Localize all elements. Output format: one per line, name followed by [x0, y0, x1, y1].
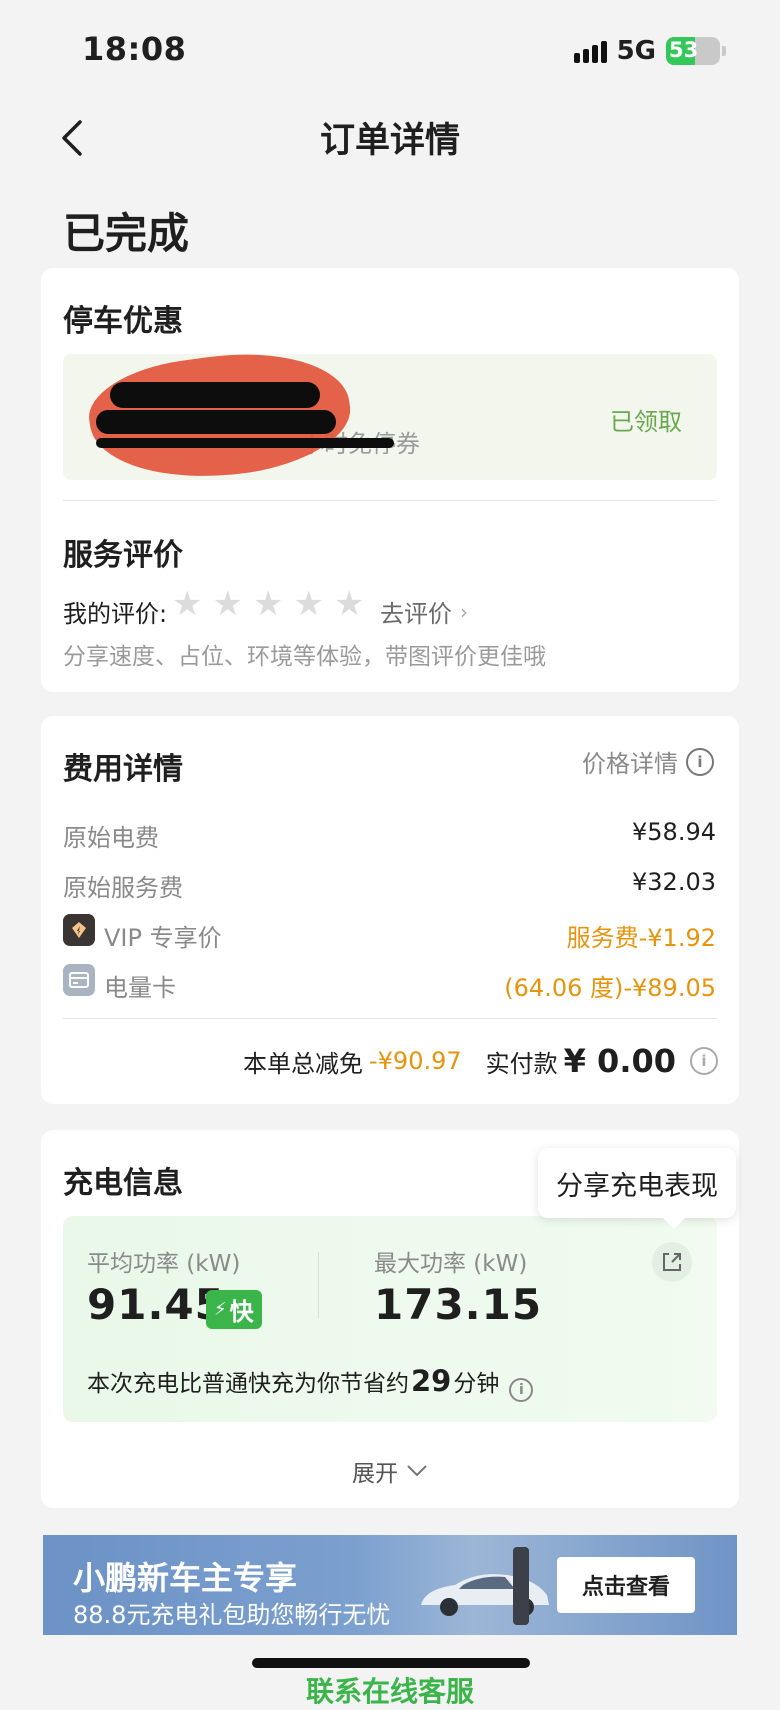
saving-minutes: 29	[411, 1364, 452, 1398]
info-icon[interactable]: i	[690, 1047, 718, 1075]
battery-cap	[722, 46, 726, 56]
tooltip-arrow	[662, 1217, 686, 1229]
contact-support-link[interactable]: 联系在线客服	[0, 1670, 780, 1710]
redaction-bar	[110, 382, 320, 408]
paid-value: ¥ 0.00	[563, 1042, 676, 1080]
battery-percent: 53	[669, 38, 699, 62]
share-tooltip-text: 分享充电表现	[556, 1170, 718, 1202]
banner-title: 小鹏新车主专享	[73, 1559, 298, 1597]
stat-divider	[318, 1252, 319, 1318]
star-icon[interactable]: ★	[212, 584, 242, 624]
vip-icon	[63, 914, 95, 946]
charging-title: 充电信息	[63, 1166, 183, 1201]
info-icon: i	[686, 747, 714, 776]
fee-value-vip: 服务费-¥1.92	[566, 924, 716, 952]
max-power-label: 最大功率 (kW)	[374, 1251, 528, 1277]
fee-value-power-card: (64.06 度)-¥89.05	[504, 974, 716, 1002]
price-detail-label: 价格详情	[582, 750, 678, 778]
promo-banner[interactable]: 小鹏新车主专享 88.8元充电礼包助您畅行无忧 点击查看	[43, 1535, 737, 1635]
redaction-line	[96, 438, 394, 448]
fee-label-power-card: 电量卡	[104, 974, 176, 1002]
fee-value-electricity: ¥58.94	[632, 818, 716, 846]
divider	[63, 1018, 717, 1019]
star-icon[interactable]: ★	[253, 584, 283, 624]
paid-label: 实付款	[485, 1049, 558, 1078]
charger-pillar	[513, 1547, 529, 1625]
star-icon[interactable]: ★	[334, 584, 364, 624]
parking-title: 停车优惠	[63, 304, 183, 339]
divider	[63, 500, 717, 501]
battery-icon: 53	[666, 37, 720, 65]
avg-power-label: 平均功率 (kW)	[87, 1251, 241, 1277]
chevron-down-icon	[407, 1465, 427, 1477]
max-power-value: 173.15	[374, 1280, 543, 1329]
chevron-right-icon: ›	[460, 599, 468, 624]
status-time: 18:08	[82, 30, 187, 68]
lightning-icon: ⚡	[214, 1299, 227, 1320]
star-icon[interactable]: ★	[293, 584, 323, 624]
expand-label: 展开	[352, 1461, 398, 1487]
total-row: 本单总减免 -¥90.97 实付款 ¥ 0.00 i	[243, 1042, 718, 1080]
go-review-label: 去评价	[380, 600, 452, 628]
coupon-status: 已领取	[610, 408, 682, 436]
share-icon[interactable]	[652, 1242, 692, 1282]
banner-subtitle: 88.8元充电礼包助您畅行无忧	[73, 1601, 391, 1629]
page-title: 订单详情	[319, 121, 460, 161]
rating-stars[interactable]: ★ ★ ★ ★ ★	[172, 584, 364, 624]
go-review-link[interactable]: 去评价 ›	[380, 594, 468, 629]
info-icon[interactable]: i	[509, 1378, 534, 1402]
banner-button-label: 点击查看	[581, 1575, 670, 1600]
expand-button[interactable]: 展开	[0, 1454, 780, 1488]
discount-value: -¥90.97	[369, 1047, 462, 1075]
star-icon[interactable]: ★	[172, 584, 202, 624]
discount-label: 本单总减免	[243, 1049, 363, 1078]
avg-power-value: 91.45	[87, 1280, 225, 1329]
home-indicator	[252, 1658, 530, 1668]
fee-title: 费用详情	[63, 752, 183, 787]
fee-value-service: ¥32.03	[632, 868, 716, 896]
status-indicators: 5G 53	[573, 36, 726, 66]
fee-label-vip: VIP 专享价	[104, 924, 222, 952]
fee-label-electricity: 原始电费	[63, 824, 159, 852]
review-hint: 分享速度、占位、环境等体验，带图评价更佳哦	[63, 644, 546, 670]
signal-icon	[573, 39, 607, 63]
price-detail-link[interactable]: 价格详情 i	[582, 744, 714, 779]
review-label: 我的评价:	[63, 600, 168, 628]
banner-view-button[interactable]: 点击查看	[557, 1557, 695, 1613]
fast-charge-label: 快	[229, 1298, 254, 1326]
share-tooltip: 分享充电表现	[538, 1148, 736, 1218]
power-card-icon	[63, 964, 95, 996]
redaction-bar	[96, 410, 336, 434]
fast-charge-badge: ⚡ 快	[206, 1290, 262, 1329]
car-image	[421, 1574, 549, 1616]
review-title: 服务评价	[63, 538, 183, 573]
network-type: 5G	[616, 36, 656, 66]
saving-prefix: 本次充电比普通快充为你节省约	[87, 1371, 409, 1397]
saving-text: 本次充电比普通快充为你节省约 29 分钟 i	[87, 1364, 534, 1402]
fee-label-service: 原始服务费	[63, 874, 183, 902]
saving-suffix: 分钟	[453, 1371, 500, 1397]
order-status: 已完成	[63, 209, 190, 258]
